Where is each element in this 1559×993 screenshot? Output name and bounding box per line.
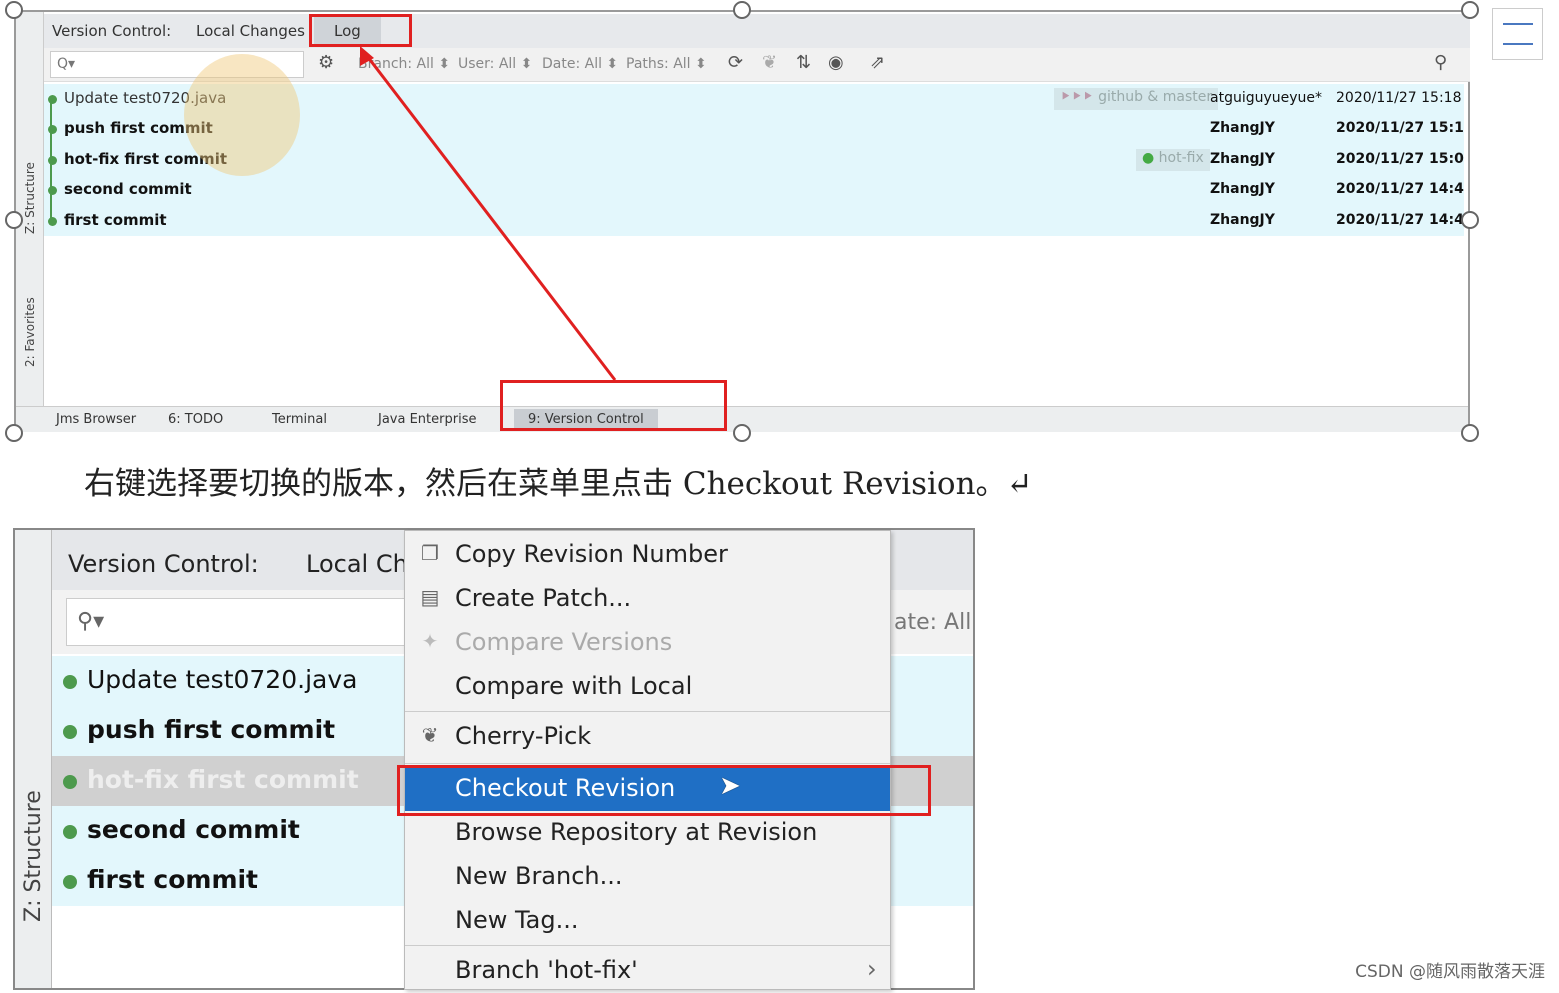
menu-browse-repository[interactable]: Browse Repository at Revision [405,811,890,855]
patch-icon: ▤ [420,585,440,609]
search-input[interactable]: ⚲▾ [66,598,406,646]
menu-new-branch[interactable]: New Branch... [405,855,890,899]
menu-separator [405,945,890,946]
layout-options-icon[interactable] [1492,8,1543,60]
commit-node [63,875,77,889]
commit-node [63,675,77,689]
left-tool-strip: Z: Structure [15,530,52,988]
commit-node [63,725,77,739]
tab-local-changes[interactable]: Local Ch [306,550,408,578]
caption-text: 右键选择要切换的版本，然后在菜单里点击 Checkout Revision。↵ [84,466,1033,502]
compare-icon: ✦ [421,629,439,653]
submenu-arrow-icon: › [867,955,877,983]
cherry-icon: ❦ [421,723,439,747]
commit-node [63,825,77,839]
menu-copy-revision-number[interactable]: ❐ Copy Revision Number [405,533,890,577]
annotation-arrow [360,46,617,381]
menu-new-tag[interactable]: New Tag... [405,899,890,943]
highlight-box-checkout [397,765,931,816]
menu-separator [405,711,890,712]
context-menu: ❐ Copy Revision Number ▤ Create Patch... ✦… [404,530,891,990]
copy-icon: ❐ [421,541,439,565]
commit-node [63,775,77,789]
version-control-label: Version Control: [68,550,259,578]
menu-compare-versions[interactable]: ✦ Compare Versions [405,621,890,665]
menu-branch-hot-fix[interactable]: Branch 'hot-fix' › [405,949,890,993]
menu-separator [405,763,890,764]
date-filter[interactable]: ate: All [894,610,971,635]
menu-compare-with-local[interactable]: Compare with Local [405,665,890,709]
menu-create-patch[interactable]: ▤ Create Patch... [405,577,890,621]
structure-tab[interactable]: Z: Structure [21,790,46,922]
menu-cherry-pick[interactable]: ❦ Cherry-Pick [405,715,890,759]
watermark: CSDN @随风雨散落天涯 [1355,962,1545,982]
